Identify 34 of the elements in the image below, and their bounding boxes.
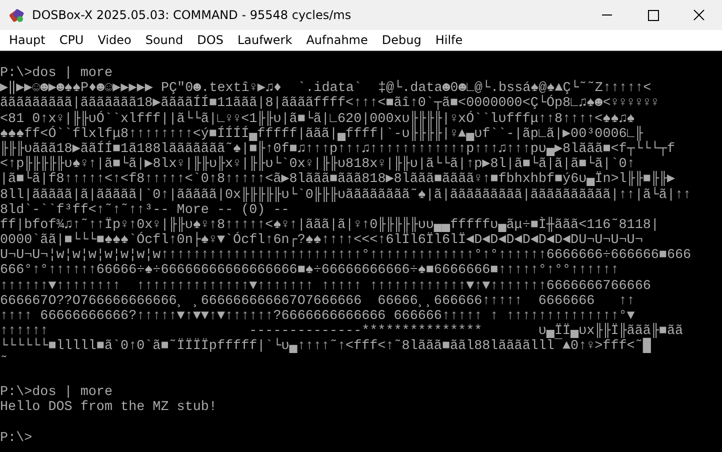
console-line: ↑↑↑↑ 66666666666?↑↑↑↑↑▼↑▼▼↑▼↑↑↑↑↑↑?6666666666666 666666↑↑↑↑↑ ↑ ↑↑↑↑↑↑↑↑↑↑↑↑↑↑°▼: [0, 309, 635, 324]
console-line: 666667O??O766666666666¸ ¸666666666667O7666666 66666¸¸666666↑↑↑↑↑ 6666666 ↑↑: [0, 294, 635, 309]
menu-item[interactable]: Video: [90, 33, 138, 47]
console-line: <81 0↑x♀|╟╟υÓ``xlfff||ã└└ã|∟♀♀<1╟╟υ|ã■└ã|∟620|000xυ╟╟╟╟|♀xÓ``lυfffμ↑↑8↑↑↑↑<♠♠♫♠: [0, 112, 635, 127]
console-line: |ã■└ã|f8↑↑↑↑↑<↑<f8↑↑↑↑↑<`0↑8↑↑↑↑↑<ã▶8lããã■ããã818▶8lããã■ãããã♀↑■fbhxhbf■ý6υ▄Ïn>l╟╟■╟╟▶: [0, 172, 676, 188]
console-line: ♠♠♠ff<Ó``flxlfμ8↑↑↑↑↑↑↑↑<ý■ÍÍÍÍ▄fffff|ããã|▄ffff|`-υ╟╟╟╟|♀▲▄υf``-|ãp∟ã|▶00³0006∟╟: [0, 126, 643, 142]
console-line: ↑↑↑↑↑↑▼↑↑↑↑↑↑↑↑ ↑↑↑↑↑↑↑↑↑↑↑↑↑↑▼↑↑↑↑↑↑↑ ↑↑↑↑↑ ↑↑↑↑↑↑↑↑↑↑↑↑▼↑▼↑↑↑↑↑↑↑6666666766666: [0, 278, 651, 294]
menu-item[interactable]: Haupt: [2, 33, 52, 47]
menu-item[interactable]: Hilfe: [428, 33, 470, 47]
menu-item[interactable]: Aufnahme: [299, 33, 375, 47]
console-line: ããããããããã|ããããããã18▶ããããÍÍ■11ããã|8|ããããffff<↑↑↑<■ãî↑0`┬ã■<0000000<Ç└Óp8∟♫♠☻<♀♀♀♀♀♀: [0, 96, 659, 112]
console-line: U¬U¬U¬¦w¦w¦w¦w¦w¦w¦w↑↑↑↑↑↑↑↑↑↑↑↑↑↑↑↑↑↑↑↑↑↑↑↑↑°↑↑↑↑↑↑↑↑↑↑↑↑↑°↑°↑↑↑↑↑↑6666666÷666666■666: [0, 248, 692, 264]
window-title: DOSBox-X 2025.05.03: COMMAND - 95548 cycles/ms: [32, 8, 352, 22]
console-line: P:\>dos | more: [0, 384, 112, 400]
menu-item[interactable]: CPU: [52, 33, 91, 47]
console-line: ╟╟╟υããã18▶ããÍÍ■1ã188lããããããã˜♠|■╟↑0f■♫↑↑↑p↑↑↑♫↑↑↑↑↑↑↑↑↑↑↑↑p↑↑↑♫↑↑↑pυ▄▶8lããã■<f┬└└└┬f: [0, 142, 676, 157]
console-line: <↑p╟╟╟╟╟υ♠♀↑|ã■└ã|▶8lx♀|╟╟υ╟x♀|╟╟υ└`0x♀|╟╟υ818x♀|╟╟υ|ã└└ã|↑p▶8l|ã■└ã|ã|ã■└ã|`0↑: [0, 157, 635, 172]
console-line: ↑↑↑↑↑↑ --------------*************** υ▄ÏÏ▄υx╟╟Ï╟ããã╟■ãã: [0, 324, 684, 340]
console-line: 666°↑°↑↑↑↑↑↑66666÷♠÷66666666666666666■♠÷66666666666÷♠■6666666■↑↑↑↑↑°↑°°↑↑↑↑↑↑: [0, 263, 619, 279]
menu-item[interactable]: Debug: [374, 33, 428, 47]
console-line: P:\>dos | more: [0, 66, 112, 81]
console-line: ff|bfof¾♫↑˜↑↑Ïp♀↑0x♀|╟╟υ♠♀↑8↑↑↑↑↑<♠♀↑|ããã|ã|♀↑0╟╟╟╟╟υυ▄▄fffffυ▄ãμ÷■Ì╫ããã<116˜8118|: [0, 218, 659, 233]
console-line: 8ll|ããããã|ã|ããããã|`0↑|ããããã|0x╟╟╟╟╟υ└`0╟╟╟υãããããããã˜♠|ã|ããããããããã|ãããããããããã|↑↑|ã└ã|↑↑: [0, 188, 692, 203]
app-icon: [8, 6, 26, 24]
console-line: 8ld`-``f³ff<↑˜↑˜↑↑³-- More -- (0) --: [0, 202, 290, 218]
menu-item[interactable]: Laufwerk: [230, 33, 300, 47]
console-line: 0000`ãã|■└└└■♠♠♠`Ócfl↑0n├♠♀▼`Ócfl↑6n┌?♠♠↑↑↑↑<<<↑6lÏl6Ïl6lÏ◄D◄D◄D◄D◄D◄D◄DU¬U¬U¬U¬: [0, 233, 643, 248]
menu-item[interactable]: DOS: [190, 33, 230, 47]
menu-item[interactable]: Sound: [138, 33, 190, 47]
console-line: P:\>: [0, 430, 32, 446]
console-line: ˜: [0, 354, 8, 370]
console-line: ▶‖▶▶☺☻▶☻♠♠P♦☻☺▶▶▶▶▶ PÇ"0☻.textî♀▶♫♦ `.idata` ‡@└.data☻0☻∟@└.bssá♠@♠▲Ç└˜˜Z↑↑↑↑↑<: [0, 81, 652, 96]
console-line: Hello DOS from the MZ stub!: [0, 400, 217, 416]
console-line: └└└└└└■lllll■ã`0↑0`ã■˜ÏÏÏÏpfffff|`└υ▄↑↑↑↑˜↑<fff<↑˜8lããã■ããl88lããããlll¯▲0↑♀>fff<˜█: [0, 339, 651, 355]
